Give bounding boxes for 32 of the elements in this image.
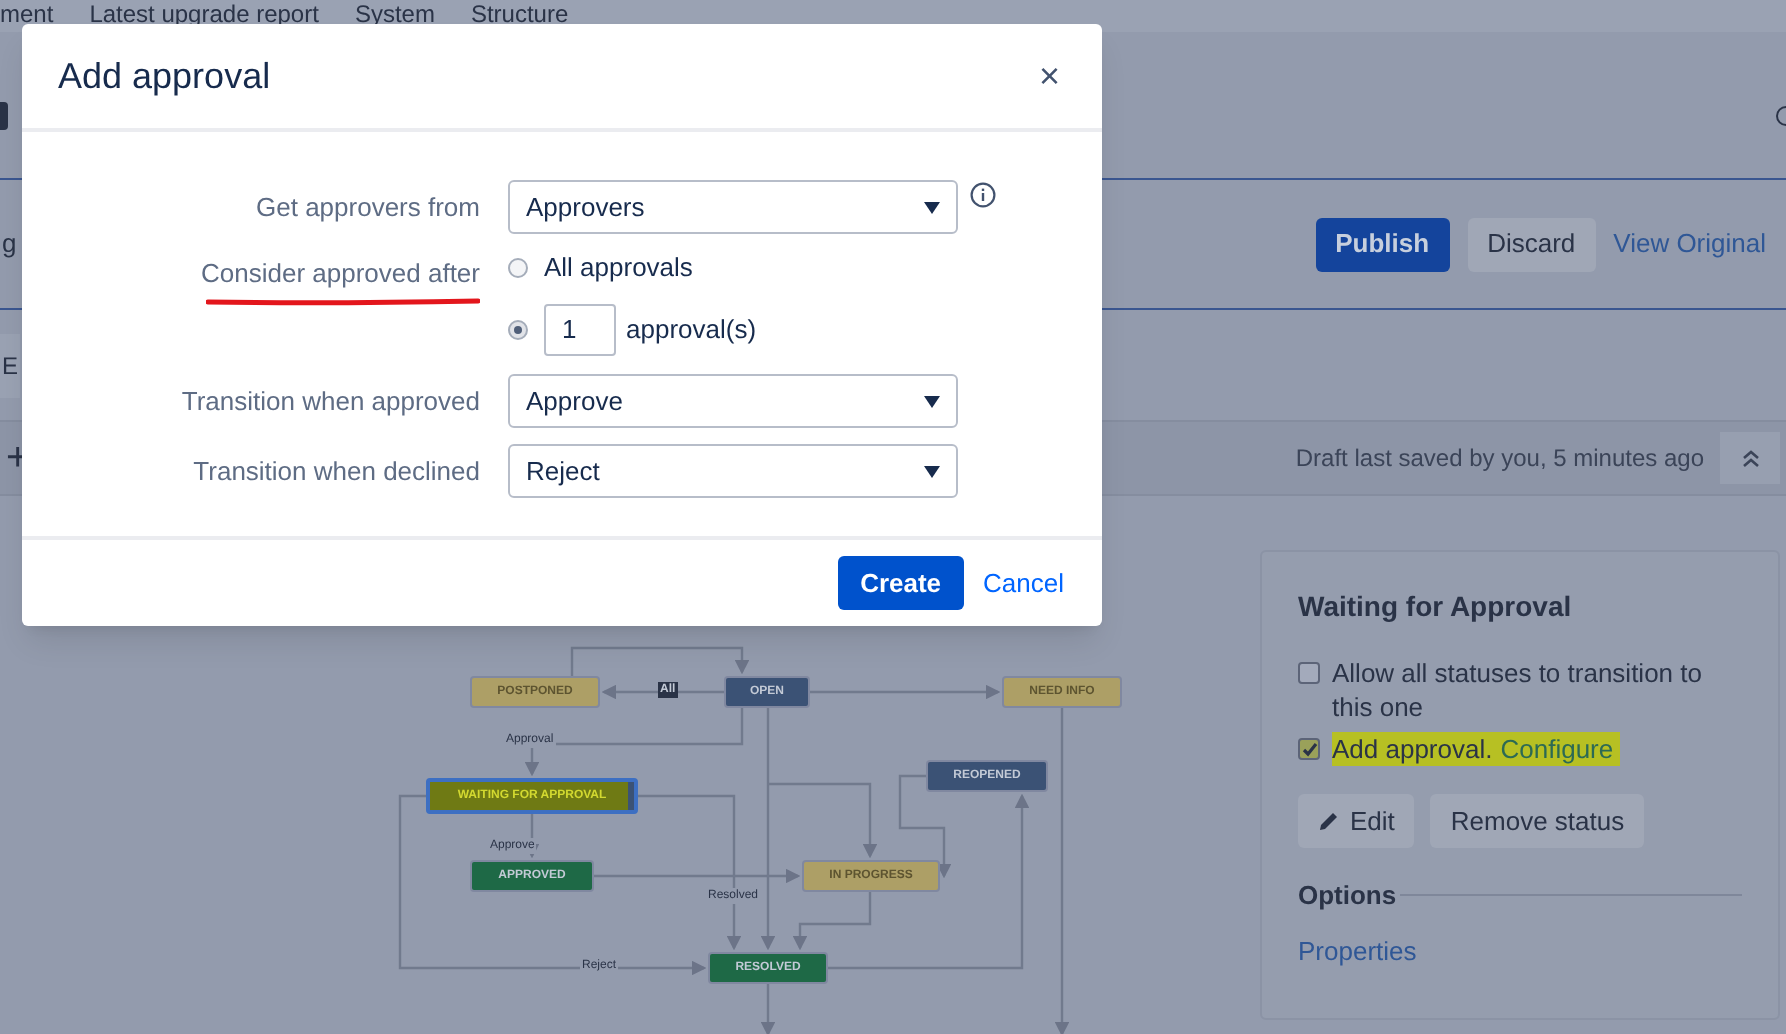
remove-status-button[interactable]: Remove status [1430,794,1645,848]
view-original-link[interactable]: View Original [1613,224,1766,264]
close-button[interactable]: × [1038,49,1060,103]
field-label: Consider approved after [201,256,480,292]
option-label: Allow all statuses to transition to this one [1332,656,1704,724]
transition-select[interactable]: Approve [508,374,958,428]
section-heading: Options [1298,878,1397,914]
field-label: Transition when approved [179,383,480,420]
radio-label: approval(s) [626,311,757,348]
configure-link[interactable]: Configure [1500,732,1614,766]
publish-button[interactable]: Publish [1315,217,1450,271]
nav-link[interactable]: Structure [470,0,569,32]
nav-link[interactable]: ment [0,0,54,32]
page-heading: g [2,226,17,263]
count-field[interactable]: 1 [544,303,616,355]
properties-link[interactable]: Properties [1298,931,1742,970]
radio-label: All approvals [544,250,693,287]
field-label: Get approvers from [254,189,480,226]
nav-link[interactable]: System [354,0,435,32]
panel-title: Waiting for Approval [1298,588,1574,626]
field-label: Transition when declined [191,453,480,490]
transition-select[interactable]: Reject [508,444,958,498]
draft-status: Draft last saved by you, 5 minutes ago [1295,442,1704,476]
discard-button[interactable]: Discard [1467,217,1596,271]
tab[interactable]: E [0,333,20,397]
cancel-link[interactable]: Cancel [983,563,1064,603]
option-label: Add approval. [1332,732,1493,766]
approvers-select[interactable]: Approvers [508,180,958,234]
dialog-title: Add approval [58,53,271,100]
nav-link[interactable]: Latest upgrade report [89,0,319,32]
create-button[interactable]: Create [838,556,964,610]
edit-button[interactable]: Edit [1298,794,1415,848]
